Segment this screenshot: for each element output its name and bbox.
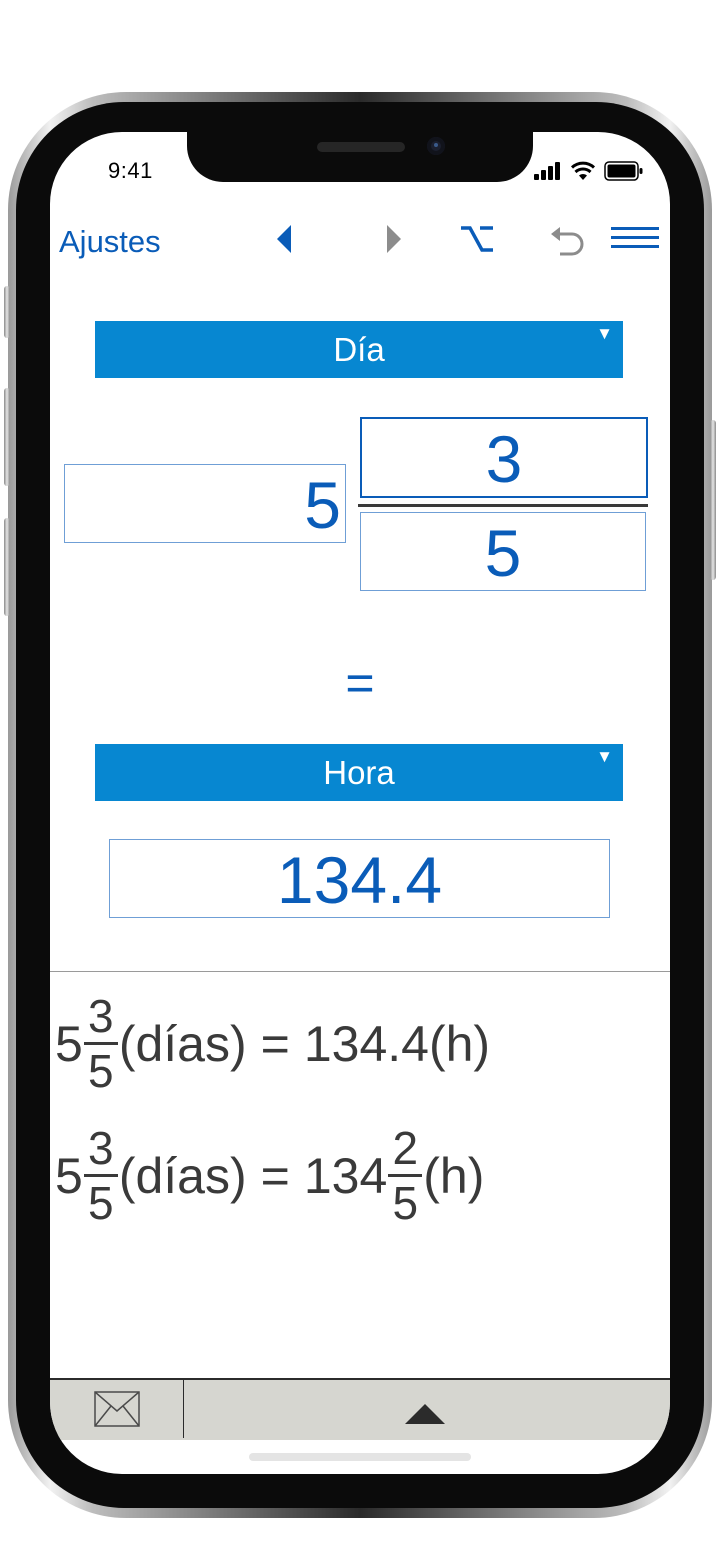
device-notch — [187, 132, 533, 182]
denominator-value: 5 — [484, 516, 522, 590]
forward-arrow-icon[interactable] — [384, 224, 404, 254]
to-unit-abbrev: (h) — [423, 1147, 485, 1204]
home-indicator[interactable] — [249, 1453, 471, 1461]
phone-side-button — [4, 286, 10, 338]
fraction-numerator: 3 — [88, 1122, 114, 1174]
from-unit-abbrev: (días) — [118, 1015, 247, 1072]
back-arrow-icon[interactable] — [274, 224, 294, 254]
to-unit-label: Hora — [323, 754, 395, 791]
status-time: 9:41 — [108, 158, 153, 183]
result-decimal: 134.4 — [303, 1015, 429, 1072]
mail-icon[interactable] — [94, 1391, 140, 1427]
undo-icon[interactable] — [550, 224, 586, 258]
result-whole-hours: 134 — [303, 1147, 388, 1204]
wifi-icon — [570, 161, 596, 180]
result-hours-fraction: 2 5 — [388, 1122, 423, 1229]
front-camera-icon — [427, 137, 445, 155]
cellular-signal-icon — [534, 160, 564, 182]
app-screen: 9:41 Ajustes Día ▼ 5 3 5 = Hora ▼ 134.4 … — [50, 132, 670, 1474]
expand-up-icon[interactable] — [405, 1402, 445, 1424]
equals-sign: = — [345, 655, 375, 711]
result-fraction: 3 5 — [83, 990, 118, 1097]
to-unit-abbrev: (h) — [428, 1015, 491, 1072]
status-icons — [534, 160, 646, 182]
numerator-value: 3 — [485, 422, 523, 496]
speaker-grille — [317, 142, 405, 152]
fraction-denominator: 5 — [88, 1045, 114, 1097]
phone-volume-up — [4, 388, 10, 486]
settings-button[interactable]: Ajustes — [59, 224, 161, 260]
bottom-bar — [50, 1378, 670, 1440]
result-whole: 5 — [55, 1015, 83, 1072]
from-unit-label: Día — [333, 331, 385, 368]
dropdown-arrow-icon: ▼ — [596, 324, 613, 343]
from-unit-dropdown[interactable]: Día ▼ — [95, 321, 623, 378]
result-line-fraction: 5 3 5 (días) = 134 2 5 (h) — [55, 1124, 484, 1227]
fraction-denominator: 5 — [88, 1177, 114, 1229]
equals-sign: = — [260, 1147, 290, 1204]
fraction-denominator: 5 — [392, 1177, 419, 1229]
result-whole: 5 — [55, 1147, 83, 1204]
from-unit-abbrev: (días) — [118, 1147, 247, 1204]
fraction-bar — [358, 504, 648, 507]
menu-icon[interactable] — [611, 227, 659, 251]
dropdown-arrow-icon: ▼ — [596, 747, 613, 766]
battery-icon — [604, 161, 643, 181]
result-line-decimal: 5 3 5 (días) = 134.4 (h) — [55, 992, 490, 1095]
fraction-numerator: 3 — [88, 990, 114, 1042]
result-field[interactable]: 134.4 — [109, 839, 610, 918]
divider — [50, 971, 670, 972]
result-fraction: 3 5 — [83, 1122, 118, 1229]
fraction-numerator: 2 — [392, 1122, 419, 1174]
bottom-bar-separator — [183, 1380, 184, 1438]
whole-number-value: 5 — [304, 468, 341, 542]
numerator-input[interactable]: 3 — [360, 417, 648, 498]
option-key-icon[interactable] — [460, 226, 494, 252]
whole-number-input[interactable]: 5 — [64, 464, 346, 543]
to-unit-dropdown[interactable]: Hora ▼ — [95, 744, 623, 801]
phone-volume-down — [4, 518, 10, 616]
result-value: 134.4 — [276, 843, 443, 917]
equals-sign: = — [260, 1015, 290, 1072]
phone-power-button — [710, 420, 716, 580]
denominator-input[interactable]: 5 — [360, 512, 646, 591]
